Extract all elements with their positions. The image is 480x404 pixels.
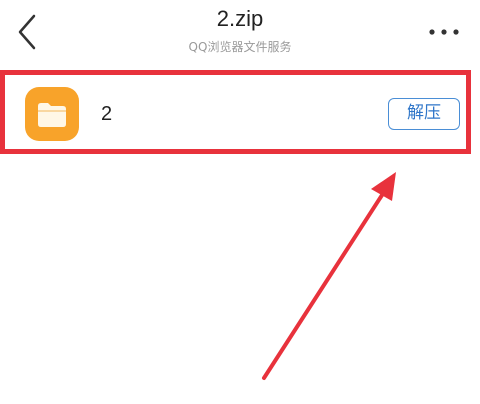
more-button[interactable] (426, 18, 462, 46)
folder-icon (25, 87, 79, 141)
page-subtitle: QQ浏览器文件服务 (188, 40, 292, 54)
extract-button[interactable]: 解压 (388, 98, 460, 130)
page-title: 2.zip (216, 6, 264, 31)
top-bar: 2.zip QQ浏览器文件服务 (0, 0, 480, 64)
file-list-item[interactable]: 2 解压 (0, 70, 471, 154)
file-name: 2 (101, 103, 113, 125)
more-horizontal-icon (429, 29, 459, 35)
